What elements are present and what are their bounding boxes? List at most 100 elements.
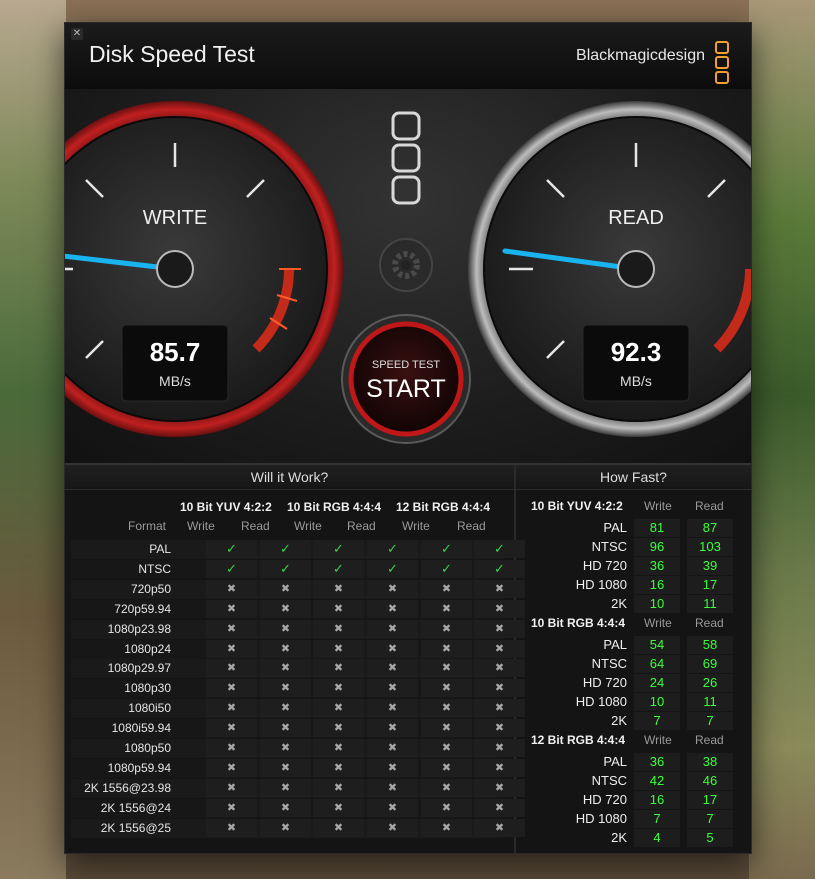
format-row-label: NTSC (138, 561, 171, 576)
check-icon: ✓ (474, 559, 525, 578)
gauge-panel: WRITE 85.7 MB/s READ 92.3 MB/s SPEED TES… (7, 89, 804, 463)
blackmagic-logo-icon (715, 41, 729, 86)
cross-icon: ✖ (474, 619, 525, 638)
gauges-svg (7, 101, 804, 444)
how-fast-write-value: 16 (634, 791, 680, 809)
cross-icon: ✖ (260, 619, 311, 638)
how-fast-write-value: 10 (634, 595, 680, 613)
col-write-1: Write (187, 519, 215, 533)
how-fast-write-value: 96 (634, 538, 680, 556)
write-gauge-label: WRITE (142, 207, 208, 229)
how-fast-row-label: HD 1080 (575, 811, 627, 826)
check-icon: ✓ (474, 540, 525, 558)
cross-icon: ✖ (206, 818, 257, 837)
how-fast-group-header: 10 Bit YUV 4:2:2 (531, 499, 623, 513)
cross-icon: ✖ (260, 679, 311, 698)
how-fast-write-value: 54 (634, 636, 680, 654)
settings-gear-icon[interactable] (379, 238, 433, 292)
cross-icon: ✖ (367, 739, 418, 757)
cross-icon: ✖ (313, 719, 364, 738)
how-fast-read-value: 58 (687, 636, 733, 654)
cross-icon: ✖ (260, 699, 311, 718)
cross-icon: ✖ (313, 659, 364, 678)
check-icon: ✓ (421, 540, 472, 558)
cross-icon: ✖ (367, 699, 418, 718)
cross-icon: ✖ (421, 579, 472, 598)
cross-icon: ✖ (260, 758, 311, 777)
cross-icon: ✖ (313, 679, 364, 698)
cross-icon: ✖ (313, 619, 364, 638)
cross-icon: ✖ (260, 739, 311, 757)
blackmagic-boxes-icon (391, 111, 421, 205)
start-label[interactable]: START (356, 375, 456, 404)
how-fast-write-value: 16 (634, 576, 680, 594)
how-fast-group-header: 12 Bit RGB 4:4:4 (531, 733, 626, 747)
cross-icon: ✖ (313, 639, 364, 658)
how-fast-write-value: 36 (634, 753, 680, 771)
how-fast-write-value: 4 (634, 829, 680, 847)
how-fast-read-header: Read (695, 616, 724, 630)
col-read-2: Read (347, 519, 376, 533)
how-fast-write-value: 7 (634, 712, 680, 730)
group-header-rgb444-12: 12 Bit RGB 4:4:4 (396, 500, 491, 514)
write-speed-unit: MB/s (159, 373, 191, 389)
title-bar: ✕ Disk Speed Test Blackmagicdesign (65, 23, 751, 90)
cross-icon: ✖ (260, 579, 311, 598)
format-row-label: 2K 1556@24 (100, 800, 171, 815)
close-icon[interactable]: ✕ (71, 28, 83, 40)
app-window: ✕ Disk Speed Test Blackmagicdesign WRITE… (7, 22, 804, 854)
cross-icon: ✖ (206, 579, 257, 598)
cross-icon: ✖ (367, 659, 418, 678)
desktop-wallpaper-right (749, 0, 815, 879)
how-fast-read-value: 39 (687, 557, 733, 575)
format-row-label: 1080p29.97 (107, 661, 171, 676)
cross-icon: ✖ (206, 659, 257, 678)
cross-icon: ✖ (367, 719, 418, 738)
how-fast-read-value: 7 (687, 810, 733, 828)
group-header-yuv422: 10 Bit YUV 4:2:2 (180, 500, 272, 514)
cross-icon: ✖ (260, 818, 311, 837)
cross-icon: ✖ (206, 719, 257, 738)
cross-icon: ✖ (313, 758, 364, 777)
how-fast-read-value: 11 (687, 693, 733, 711)
cross-icon: ✖ (421, 619, 472, 638)
how-fast-read-value: 17 (687, 791, 733, 809)
how-fast-write-value: 10 (634, 693, 680, 711)
format-row-label: 720p59.94 (114, 601, 171, 616)
brand-name: Blackmagicdesign (576, 47, 705, 64)
cross-icon: ✖ (206, 699, 257, 718)
cross-icon: ✖ (421, 639, 472, 658)
check-icon: ✓ (260, 540, 311, 558)
cross-icon: ✖ (421, 739, 472, 757)
check-icon: ✓ (313, 540, 364, 558)
cross-icon: ✖ (313, 778, 364, 797)
cross-icon: ✖ (474, 778, 525, 797)
cross-icon: ✖ (206, 739, 257, 757)
cross-icon: ✖ (206, 778, 257, 797)
cross-icon: ✖ (421, 798, 472, 817)
how-fast-write-header: Write (644, 616, 672, 630)
how-fast-write-header: Write (644, 499, 672, 513)
cross-icon: ✖ (474, 639, 525, 658)
how-fast-row-label: HD 720 (582, 675, 627, 690)
cross-icon: ✖ (474, 719, 525, 738)
cross-icon: ✖ (206, 639, 257, 658)
read-speed-value: 92.3 (610, 337, 662, 367)
how-fast-write-value: 36 (634, 557, 680, 575)
col-write-2: Write (294, 519, 322, 533)
col-read-3: Read (457, 519, 486, 533)
cross-icon: ✖ (260, 798, 311, 817)
how-fast-read-value: 11 (687, 595, 733, 613)
cross-icon: ✖ (367, 818, 418, 837)
write-speed-value: 85.7 (149, 337, 201, 367)
cross-icon: ✖ (421, 659, 472, 678)
how-fast-row-label: NTSC (591, 656, 627, 671)
how-fast-write-value: 42 (634, 772, 680, 790)
cross-icon: ✖ (367, 679, 418, 698)
how-fast-row-label: 2K (611, 596, 627, 611)
cross-icon: ✖ (260, 659, 311, 678)
col-read-1: Read (241, 519, 270, 533)
cross-icon: ✖ (474, 599, 525, 618)
group-header-rgb444-10: 10 Bit RGB 4:4:4 (287, 500, 382, 514)
check-icon: ✓ (313, 559, 364, 578)
